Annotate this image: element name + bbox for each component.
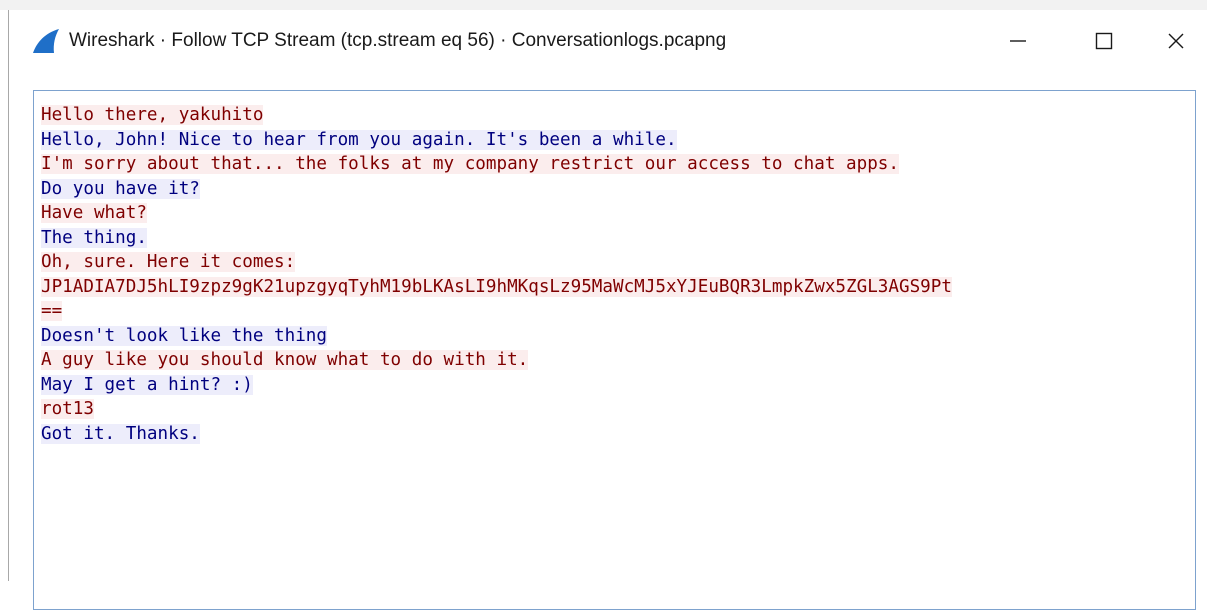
stream-line-text: I'm sorry about that... the folks at my … [41, 154, 899, 174]
minimize-icon [1010, 40, 1026, 42]
stream-line-text: A guy like you should know what to do wi… [41, 350, 529, 370]
stream-line-client: Oh, sure. Here it comes: [41, 250, 952, 275]
stream-line-client: JP1ADIA7DJ5hLI9zpz9gK21upzgyqTyhM19bLKAs… [41, 275, 952, 300]
stream-line-text: == [41, 301, 63, 321]
title-bar[interactable]: Wireshark · Follow TCP Stream (tcp.strea… [9, 10, 1207, 74]
minimize-button[interactable] [989, 20, 1047, 62]
stream-line-client: A guy like you should know what to do wi… [41, 348, 952, 373]
maximize-button[interactable] [1075, 20, 1133, 62]
stream-content-area[interactable]: Hello there, yakuhito Hello, John! Nice … [33, 90, 1196, 610]
window-title: Wireshark · Follow TCP Stream (tcp.strea… [69, 30, 727, 51]
stream-line-server: Got it. Thanks. [41, 422, 952, 447]
stream-line-text: rot13 [41, 399, 94, 419]
stream-line-server: May I get a hint? :) [41, 373, 952, 398]
stream-line-client: == [41, 299, 952, 324]
stream-line-client: rot13 [41, 397, 952, 422]
stream-line-text: JP1ADIA7DJ5hLI9zpz9gK21upzgyqTyhM19bLKAs… [41, 276, 952, 297]
close-icon [1168, 33, 1184, 49]
stream-line-text: Hello there, yakuhito [41, 105, 264, 125]
close-button[interactable] [1147, 20, 1205, 62]
follow-tcp-stream-window: Wireshark · Follow TCP Stream (tcp.strea… [8, 10, 1207, 610]
stream-line-text: The thing. [41, 227, 147, 248]
stream-line-text: Doesn't look like the thing [41, 325, 327, 346]
maximize-icon [1095, 32, 1113, 50]
stream-line-text: Have what? [41, 203, 147, 223]
stream-line-server: The thing. [41, 226, 952, 251]
stream-line-server: Do you have it? [41, 177, 952, 202]
stream-line-text: Do you have it? [41, 178, 200, 199]
stream-line-client: Have what? [41, 201, 952, 226]
stream-line-client: I'm sorry about that... the folks at my … [41, 152, 952, 177]
stream-line-client: Hello there, yakuhito [41, 103, 952, 128]
stream-line-text: May I get a hint? :) [41, 374, 253, 395]
stream-lines: Hello there, yakuhito Hello, John! Nice … [41, 103, 952, 446]
wireshark-fin-icon [33, 29, 59, 53]
stream-line-text: Hello, John! Nice to hear from you again… [41, 129, 677, 150]
stream-line-server: Doesn't look like the thing [41, 324, 952, 349]
stream-line-server: Hello, John! Nice to hear from you again… [41, 128, 952, 153]
background-strip [0, 0, 1207, 10]
stream-line-text: Oh, sure. Here it comes: [41, 252, 296, 272]
stream-line-text: Got it. Thanks. [41, 423, 200, 444]
